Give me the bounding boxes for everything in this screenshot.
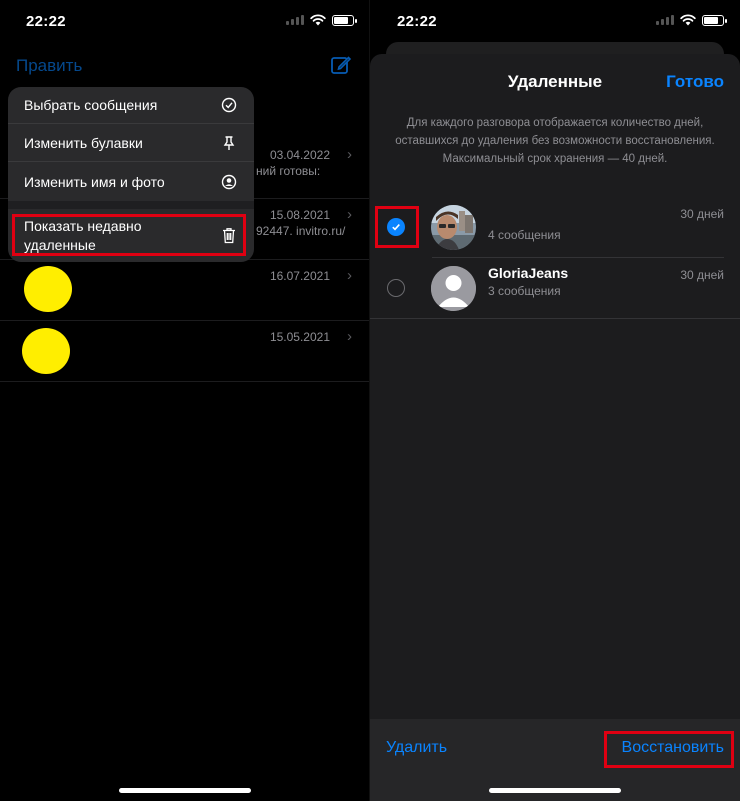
menu-separator [8,201,254,209]
highlight-frame [12,214,246,256]
menu-item-select-messages[interactable]: Выбрать сообщения [8,87,254,124]
home-indicator [489,788,621,793]
conversation-count: 3 сообщения [488,284,561,298]
avatar [24,266,72,312]
status-icons [656,14,727,26]
row-preview: 92447. invitro.ru/ [256,224,346,238]
done-button[interactable]: Готово [666,72,724,92]
row-date: 15.05.2021 [269,330,330,344]
status-icons [286,14,357,26]
menu-item-label: Изменить булавки [24,135,143,151]
status-time: 22:22 [397,13,437,30]
menu-item-edit-name-photo[interactable]: Изменить имя и фото [8,163,254,201]
status-time: 22:22 [26,13,66,30]
list-item[interactable]: 16.07.2021 › [0,260,370,321]
wifi-icon [680,14,696,26]
chevron-right-icon: › [347,267,352,284]
battery-icon [332,14,357,26]
wifi-icon [310,14,326,26]
chevron-right-icon: › [347,206,352,223]
home-indicator [119,788,251,793]
menu-item-label: Изменить имя и фото [24,174,165,190]
conversation-row[interactable]: 4 сообщения 30 дней [370,198,740,258]
retention-info: Для каждого разговора отображается колич… [395,117,715,165]
chevron-right-icon: › [347,146,352,163]
row-date: 16.07.2021 [269,269,330,283]
menu-item-label: Выбрать сообщения [24,97,158,113]
days-remaining: 30 дней [680,207,724,221]
highlight-frame [604,731,734,768]
avatar [22,328,70,374]
pin-icon [220,134,238,152]
menu-item-edit-pins[interactable]: Изменить булавки [8,125,254,162]
row-separator [432,257,724,258]
row-separator [370,318,740,319]
row-date: 15.08.2021 [269,208,330,222]
messages-screen: 22:22 Править 03.04.2022 › ний готовы: 1… [0,0,370,801]
cellular-signal-icon [656,15,674,25]
cellular-signal-icon [286,15,304,25]
delete-button[interactable]: Удалить [386,739,447,757]
conversation-count: 4 сообщения [488,228,561,242]
conversation-row[interactable]: GloriaJeans 3 сообщения 30 дней [370,259,740,319]
compose-icon[interactable] [330,54,352,76]
row-preview: ний готовы: [256,164,321,178]
deleted-sheet: Удаленные Готово Для каждого разговора о… [370,54,740,801]
conversation-name: GloriaJeans [488,265,569,281]
list-item[interactable]: 15.05.2021 › [0,321,370,382]
unselected-circle-icon[interactable] [387,279,405,297]
highlight-frame [375,206,419,248]
chevron-right-icon: › [347,328,352,345]
avatar [431,205,476,250]
battery-icon [702,14,727,26]
person-circle-icon [220,173,238,191]
days-remaining: 30 дней [680,268,724,282]
row-date: 03.04.2022 [269,148,330,162]
checkmark-circle-icon [220,96,238,114]
person-placeholder-icon [431,266,476,311]
recently-deleted-screen: 22:22 Удаленные Готово Для каждого разго… [370,0,740,801]
edit-button[interactable]: Править [16,56,82,76]
